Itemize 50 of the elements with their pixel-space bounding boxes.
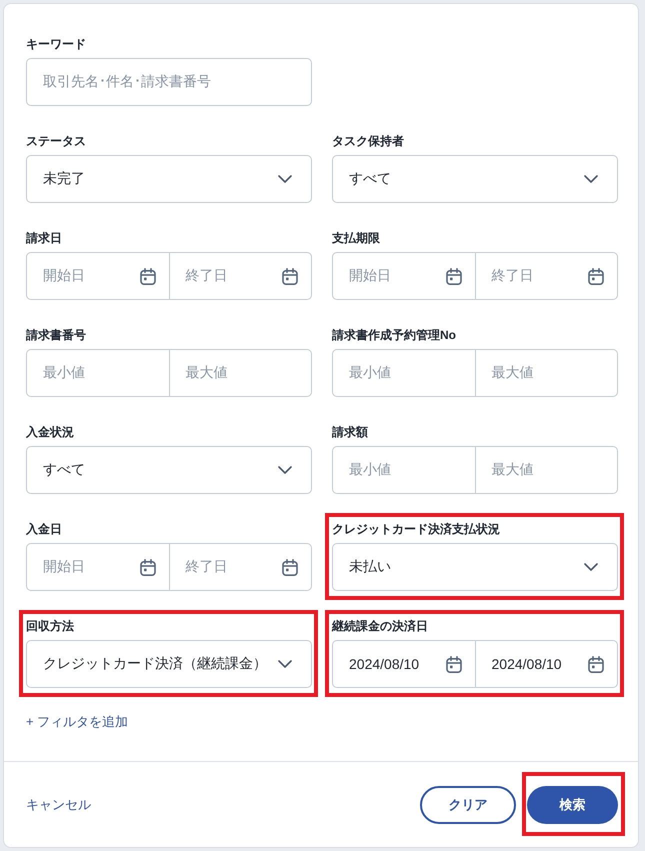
field-label: 請求書作成予約管理No [332, 327, 456, 343]
field-label: 継続課金の決済日 [332, 618, 428, 634]
start-date-field[interactable]: 2024/08/10 [333, 641, 474, 687]
chevron-down-icon [278, 175, 292, 183]
calendar-icon [140, 268, 156, 284]
select-field[interactable]: 未払い [332, 543, 618, 591]
field-label: 請求額 [332, 424, 368, 440]
cancel-link[interactable]: キャンセル [26, 796, 91, 814]
select-field[interactable]: すべて [26, 446, 312, 494]
min-value-field[interactable]: 最小値 [27, 350, 168, 396]
field-label: クレジットカード決済支払状況 [332, 521, 500, 537]
start-date-field[interactable]: 開始日 [27, 253, 168, 299]
chevron-down-icon [584, 563, 598, 571]
max-value-field[interactable]: 最大値 [474, 350, 617, 396]
end-date-field[interactable]: 終了日 [168, 253, 311, 299]
add-filter-link[interactable]: + フィルタを追加 [26, 713, 128, 731]
clear-button[interactable]: クリア [420, 786, 516, 824]
keyword-field[interactable]: 取引先名･件名･請求書番号 [26, 58, 312, 106]
field-label: 回収方法 [26, 618, 74, 634]
chevron-down-icon [278, 466, 292, 474]
chevron-down-icon [278, 660, 292, 668]
field-label: 請求書番号 [26, 327, 86, 343]
field-label: タスク保持者 [332, 133, 404, 149]
field-label: 入金状況 [26, 424, 74, 440]
calendar-icon [140, 558, 156, 576]
min-value-field[interactable]: 最小値 [333, 350, 474, 396]
end-date-field[interactable]: 終了日 [168, 544, 311, 590]
calendar-icon [588, 268, 604, 284]
end-date-field[interactable]: 終了日 [474, 253, 617, 299]
start-date-field[interactable]: 開始日 [333, 253, 474, 299]
min-value-field[interactable]: 最小値 [333, 447, 474, 493]
field-label: 請求日 [26, 230, 62, 246]
search-button[interactable]: 検索 [527, 786, 618, 824]
field-label: 入金日 [26, 521, 62, 537]
select-field[interactable]: クレジットカード決済（継続課金） [26, 640, 312, 688]
max-value-field[interactable]: 最大値 [474, 447, 617, 493]
calendar-icon [282, 268, 298, 284]
calendar-icon [446, 656, 462, 672]
max-value-field[interactable]: 最大値 [168, 350, 311, 396]
calendar-icon [282, 558, 298, 576]
field-label: ステータス [26, 133, 86, 149]
select-field[interactable]: すべて [332, 155, 618, 203]
field-label: 支払期限 [332, 230, 380, 246]
chevron-down-icon [584, 175, 598, 183]
calendar-icon [588, 656, 604, 672]
end-date-field[interactable]: 2024/08/10 [474, 641, 617, 687]
calendar-icon [446, 268, 462, 284]
start-date-field[interactable]: 開始日 [27, 544, 168, 590]
field-label: キーワード [26, 36, 86, 52]
select-field[interactable]: 未完了 [26, 155, 312, 203]
